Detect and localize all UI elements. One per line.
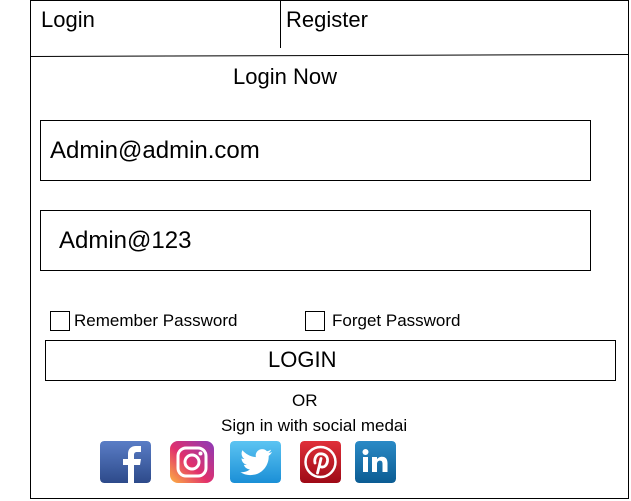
- tab-register[interactable]: Register: [286, 6, 368, 34]
- twitter-icon[interactable]: [230, 441, 281, 483]
- header-divider: [31, 54, 629, 57]
- instagram-icon[interactable]: [170, 441, 214, 483]
- tab-login[interactable]: Login: [41, 6, 95, 34]
- password-field[interactable]: [40, 210, 591, 271]
- forget-password-label: Forget Password: [332, 311, 461, 330]
- login-button-label: LOGIN: [268, 347, 337, 372]
- social-signin-text: Sign in with social medai: [221, 416, 408, 435]
- or-separator: OR: [292, 391, 318, 410]
- pinterest-icon[interactable]: [300, 441, 341, 483]
- remember-password-label: Remember Password: [74, 311, 238, 330]
- page-title: Login Now: [233, 64, 337, 89]
- email-field[interactable]: [40, 120, 591, 181]
- facebook-icon[interactable]: [100, 441, 151, 483]
- login-button[interactable]: LOGIN: [45, 340, 616, 381]
- remember-password-checkbox[interactable]: [50, 311, 70, 331]
- forget-password-checkbox[interactable]: [305, 311, 325, 331]
- tab-divider: [280, 1, 281, 48]
- linkedin-icon[interactable]: [355, 441, 396, 483]
